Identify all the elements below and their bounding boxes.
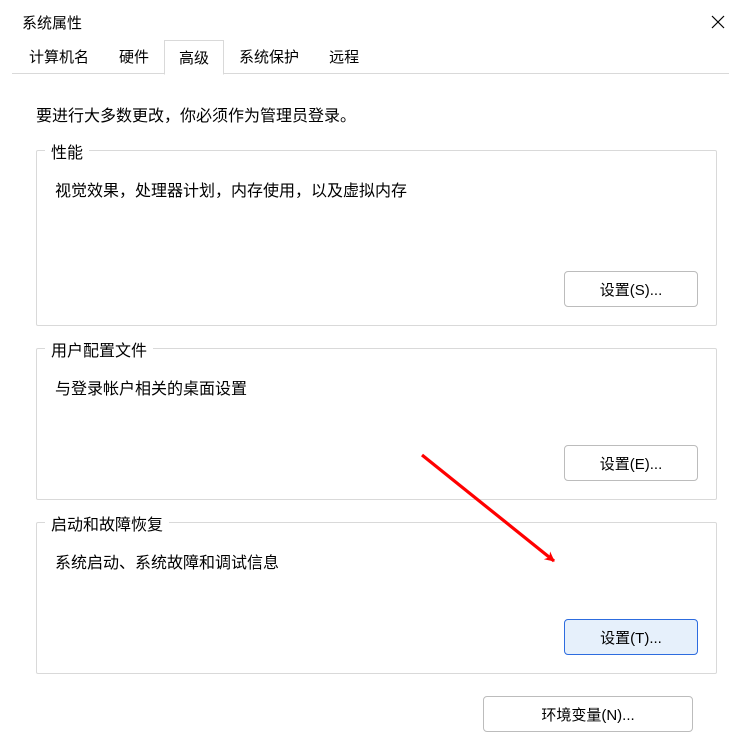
userprofile-settings-button[interactable]: 设置(E)... [564, 445, 698, 481]
tab-remote[interactable]: 远程 [314, 39, 374, 74]
titlebar: 系统属性 [0, 0, 741, 40]
group-performance-desc: 视觉效果，处理器计划，内存使用，以及虚拟内存 [55, 177, 698, 201]
tab-bar: 计算机名 硬件 高级 系统保护 远程 [0, 40, 741, 74]
group-userprofile-title: 用户配置文件 [45, 337, 153, 361]
tab-hardware[interactable]: 硬件 [104, 39, 164, 74]
environment-variables-button[interactable]: 环境变量(N)... [483, 696, 693, 732]
close-icon[interactable] [711, 15, 725, 29]
tab-advanced[interactable]: 高级 [164, 40, 224, 75]
admin-intro-text: 要进行大多数更改，你必须作为管理员登录。 [36, 102, 717, 126]
group-startup-recovery: 启动和故障恢复 系统启动、系统故障和调试信息 设置(T)... [36, 522, 717, 674]
group-startup-desc: 系统启动、系统故障和调试信息 [55, 549, 698, 573]
tab-computer-name[interactable]: 计算机名 [14, 39, 104, 74]
group-performance: 性能 视觉效果，处理器计划，内存使用，以及虚拟内存 设置(S)... [36, 150, 717, 326]
group-startup-title: 启动和故障恢复 [45, 511, 169, 535]
startup-settings-button[interactable]: 设置(T)... [564, 619, 698, 655]
performance-settings-button[interactable]: 设置(S)... [564, 271, 698, 307]
group-userprofile-desc: 与登录帐户相关的桌面设置 [55, 375, 698, 399]
window-title: 系统属性 [22, 12, 82, 33]
tab-content-advanced: 要进行大多数更改，你必须作为管理员登录。 性能 视觉效果，处理器计划，内存使用，… [0, 74, 741, 742]
group-performance-title: 性能 [45, 139, 89, 163]
tab-system-protection[interactable]: 系统保护 [224, 39, 314, 74]
group-userprofile: 用户配置文件 与登录帐户相关的桌面设置 设置(E)... [36, 348, 717, 500]
